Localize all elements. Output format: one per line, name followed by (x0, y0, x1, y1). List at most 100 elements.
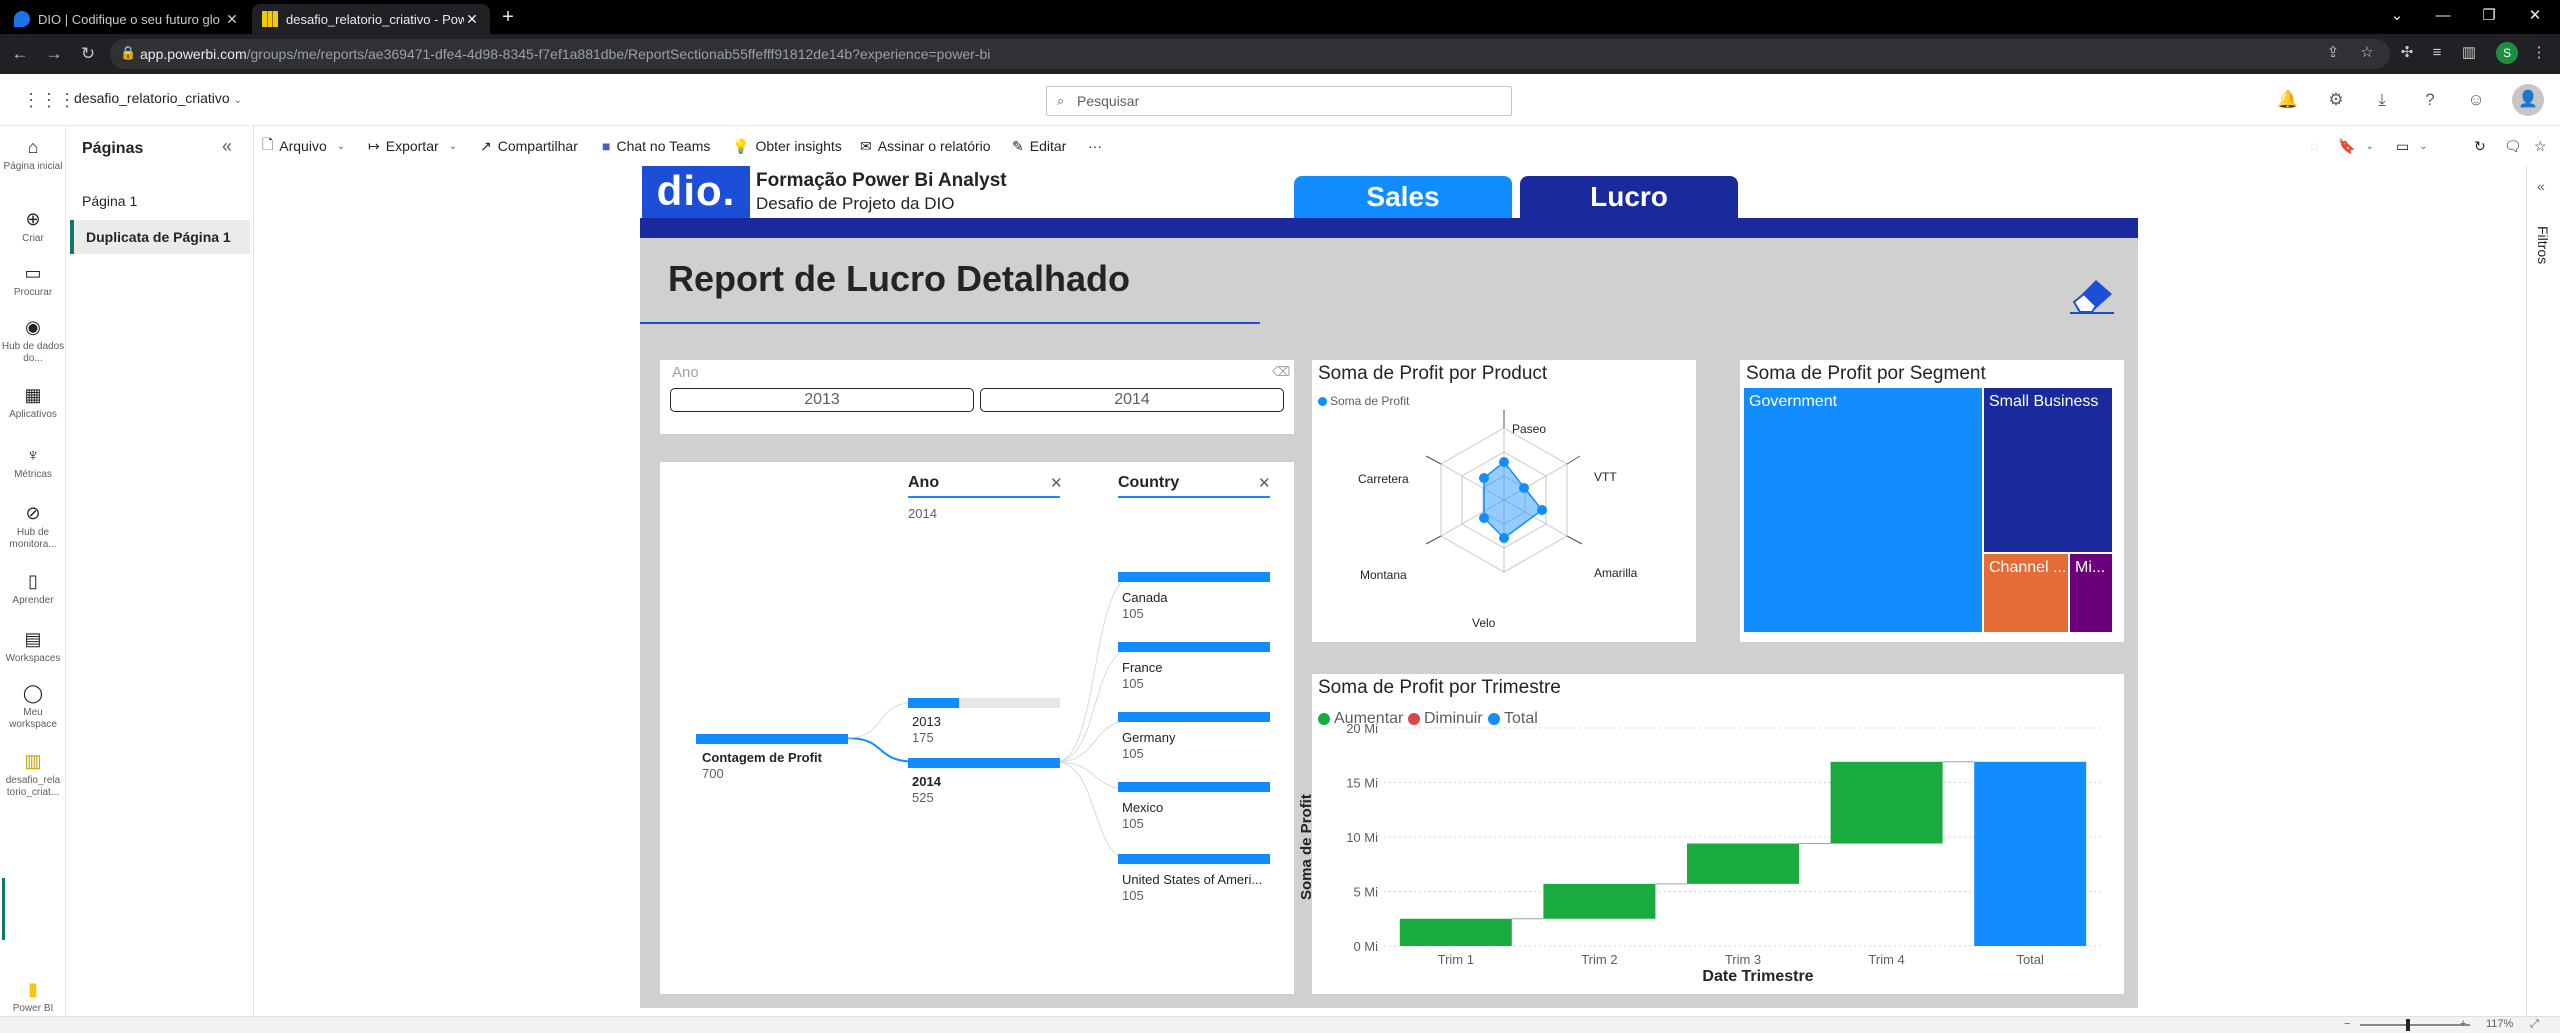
slicer-option-2013[interactable]: 2013 (670, 388, 974, 412)
rail-item[interactable]: ⌂ Página inicial (0, 136, 66, 173)
treemap-tile-government[interactable]: Government (1744, 388, 1982, 632)
year-node-bar-2014[interactable] (908, 758, 1060, 768)
waterfall-bar[interactable] (1686, 843, 1800, 884)
more-options-button[interactable]: ··· (1088, 136, 1102, 156)
file-icon: 🗋 (262, 136, 274, 152)
notifications-icon[interactable]: 🔔 (2276, 88, 2300, 112)
nav-tab-sales[interactable]: Sales (1294, 176, 1512, 218)
report-page: dio. Formação Power Bi Analyst Desafio d… (640, 166, 2138, 1008)
close-tab-icon[interactable]: ✕ (224, 11, 240, 28)
pages-pane-title: Páginas (82, 140, 144, 157)
maximize-button[interactable]: ❐ (2474, 4, 2504, 28)
country-node-bar[interactable] (1118, 782, 1270, 792)
edit-button[interactable]: ✎ Editar (1012, 136, 1066, 156)
rail-item[interactable]: ▯ Aprender (0, 570, 66, 607)
waterfall-bar[interactable] (1399, 918, 1512, 946)
year-node-bar-2013[interactable] (908, 698, 959, 708)
waterfall-bar[interactable] (1974, 761, 2087, 946)
waterfall-bar[interactable] (1830, 761, 1943, 844)
country-node-bar[interactable] (1118, 854, 1270, 864)
share-button[interactable]: ↗ Compartilhar (480, 136, 578, 156)
forward-button[interactable]: → (42, 42, 66, 66)
favorite-star-icon[interactable]: ☆ (2534, 136, 2547, 156)
fit-to-page-icon[interactable]: ⤢ (2530, 1018, 2539, 1031)
insights-button[interactable]: 💡 Obter insights (732, 136, 842, 156)
refresh-visual-icon[interactable]: ◌ (2310, 136, 2318, 156)
file-menu-button[interactable]: 🗋 Arquivo ⌄ (262, 136, 345, 156)
minimize-button[interactable]: — (2428, 4, 2458, 28)
new-tab-button[interactable]: + (496, 6, 520, 30)
rail-item[interactable]: ▤ Workspaces (0, 628, 66, 665)
tab-search-icon[interactable]: ⌄ (2382, 4, 2412, 28)
refresh-icon[interactable]: ↻ (2474, 136, 2486, 156)
help-icon[interactable]: ? (2418, 88, 2442, 112)
close-tab-icon[interactable]: ✕ (464, 11, 480, 28)
search-input[interactable]: ⌕ Pesquisar (1046, 86, 1512, 116)
browser-tab-dio[interactable]: DIO | Codifique o seu futuro glo ✕ (4, 4, 250, 34)
expand-filters-icon[interactable]: « (2537, 178, 2545, 194)
powerbi-brand[interactable]: ▮ Power BI (0, 978, 66, 1015)
rail-item[interactable]: ♆ Métricas (0, 444, 66, 481)
rail-item-label: Procurar (13, 287, 53, 298)
year-node-label: 2014 (912, 774, 941, 789)
zoom-in-icon[interactable]: + (2460, 1018, 2466, 1030)
clear-selection-eraser-icon[interactable]: ⌫ (1272, 364, 1290, 380)
browser-tab-powerbi[interactable]: desafio_relatorio_criativo - Pow ✕ (252, 4, 490, 34)
profile-avatar[interactable]: S (2496, 42, 2518, 64)
rail-item[interactable]: ▭ Procurar (0, 262, 66, 299)
app-launcher-icon[interactable]: ⋮⋮⋮ (22, 90, 76, 110)
view-icon[interactable]: ▭ ⌄ (2396, 136, 2428, 156)
remove-level-close-icon[interactable]: ✕ (1258, 474, 1271, 492)
level-header-ano: Ano (908, 474, 940, 491)
browser-menu-icon[interactable]: ⋮ (2528, 42, 2550, 64)
extensions-icon[interactable]: ✣ (2396, 42, 2418, 64)
zoom-out-icon[interactable]: − (2344, 1018, 2350, 1030)
level-header-country: Country (1118, 474, 1180, 491)
rail-item[interactable]: ▥ desafio_rela torio_criat... (0, 750, 66, 799)
country-node-bar[interactable] (1118, 642, 1270, 652)
bookmark-star-icon[interactable]: ☆ (2356, 42, 2378, 64)
comment-icon[interactable]: 🗨 (2504, 136, 2522, 156)
rail-item[interactable]: ⊘ Hub de monitora... (0, 502, 66, 551)
close-window-button[interactable]: ✕ (2520, 4, 2550, 28)
rail-item[interactable]: ▦ Aplicativos (0, 384, 66, 421)
share-page-icon[interactable]: ⇪ (2322, 42, 2344, 64)
zoom-slider[interactable] (2360, 1024, 2470, 1026)
root-node-bar[interactable] (696, 734, 848, 744)
treemap-tile-midmarket[interactable]: Mi... (2070, 554, 2112, 632)
feedback-icon[interactable]: ☺ (2464, 88, 2488, 112)
rail-item[interactable]: ⊕ Criar (0, 208, 66, 245)
download-icon[interactable]: ⤓ (2370, 88, 2394, 112)
side-panel-icon[interactable]: ▥ (2458, 42, 2480, 64)
bookmark-icon[interactable]: 🔖 ⌄ (2338, 136, 2374, 156)
teams-chat-button[interactable]: ■ Chat no Teams (602, 136, 710, 156)
treemap-tile-channel[interactable]: Channel ... (1984, 554, 2068, 632)
page-item-duplicate[interactable]: Duplicata de Página 1 (70, 220, 250, 254)
rail-item[interactable]: ◯ Meu workspace (0, 682, 66, 731)
page-item-1[interactable]: Página 1 (70, 184, 250, 218)
waterfall-bar[interactable] (1543, 883, 1656, 919)
treemap-tile-small-business[interactable]: Small Business (1984, 388, 2112, 552)
y-tick-label: 0 Mi (1353, 939, 1378, 954)
nav-tab-lucro[interactable]: Lucro (1520, 176, 1738, 218)
remove-level-close-icon[interactable]: ✕ (1050, 474, 1063, 492)
rail-item[interactable]: ◉ Hub de dados do... (0, 316, 66, 365)
back-button[interactable]: ← (8, 42, 32, 66)
export-menu-button[interactable]: ↦ Exportar ⌄ (368, 136, 457, 156)
zoom-slider-thumb[interactable] (2406, 1019, 2410, 1031)
subscribe-button[interactable]: ✉ Assinar o relatório (860, 136, 991, 156)
collapse-pane-icon[interactable]: « (222, 136, 232, 157)
eraser-icon[interactable] (2068, 276, 2116, 314)
country-node-bar[interactable] (1118, 572, 1270, 582)
report-name-dropdown[interactable]: desafio_relatorio_criativo ⌄ (74, 90, 242, 106)
country-node-bar[interactable] (1118, 712, 1270, 722)
url-field[interactable]: 🔒 app.powerbi.com/groups/me/reports/ae36… (110, 39, 2390, 69)
reload-button[interactable]: ↻ (76, 42, 100, 66)
reading-list-icon[interactable]: ≡ (2426, 42, 2448, 64)
filters-pane-collapsed[interactable]: « Filtros (2526, 166, 2560, 1016)
url-path: /groups/me/reports/ae369471-dfe4-4d98-83… (246, 46, 991, 62)
settings-gear-icon[interactable]: ⚙ (2324, 88, 2348, 112)
account-avatar[interactable]: 👤 (2512, 84, 2544, 116)
slicer-option-2014[interactable]: 2014 (980, 388, 1284, 412)
navigation-rail: ⌂ Página inicial ⊕ Criar ▭ Procurar ◉ Hub de da… (0, 126, 66, 1016)
